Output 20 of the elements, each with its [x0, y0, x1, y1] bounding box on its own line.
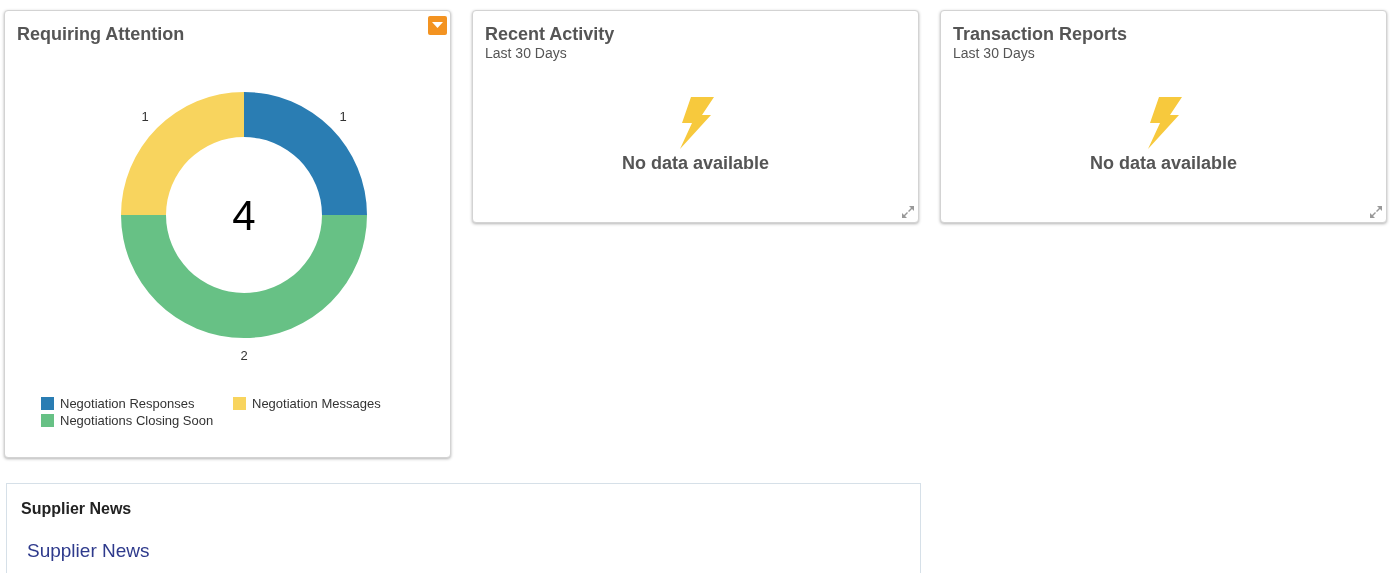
caret-icon — [432, 22, 443, 29]
empty-message: No data available — [1089, 153, 1238, 174]
expand-icon[interactable] — [901, 205, 915, 219]
slice-label: 2 — [240, 348, 248, 363]
total-count: 4 — [232, 192, 256, 239]
empty-message: No data available — [621, 153, 770, 174]
dropdown-button[interactable] — [428, 16, 447, 35]
slice-label: 1 — [141, 109, 149, 124]
panel-title: Supplier News — [21, 500, 132, 518]
legend-label: Negotiation Responses — [60, 396, 195, 411]
slice-label: 1 — [339, 109, 347, 124]
news-link[interactable]: Supplier News — [27, 540, 150, 562]
card-subtitle: Last 30 Days — [953, 45, 1036, 61]
card-title: Requiring Attention — [17, 23, 185, 45]
expand-icon[interactable] — [1369, 205, 1383, 219]
card-title: Recent Activity — [485, 23, 615, 45]
legend-label: Negotiations Closing Soon — [60, 413, 214, 428]
card-title: Transaction Reports — [953, 23, 1128, 45]
legend-label: Negotiation Messages — [252, 396, 381, 411]
card-subtitle: Last 30 Days — [485, 45, 568, 61]
